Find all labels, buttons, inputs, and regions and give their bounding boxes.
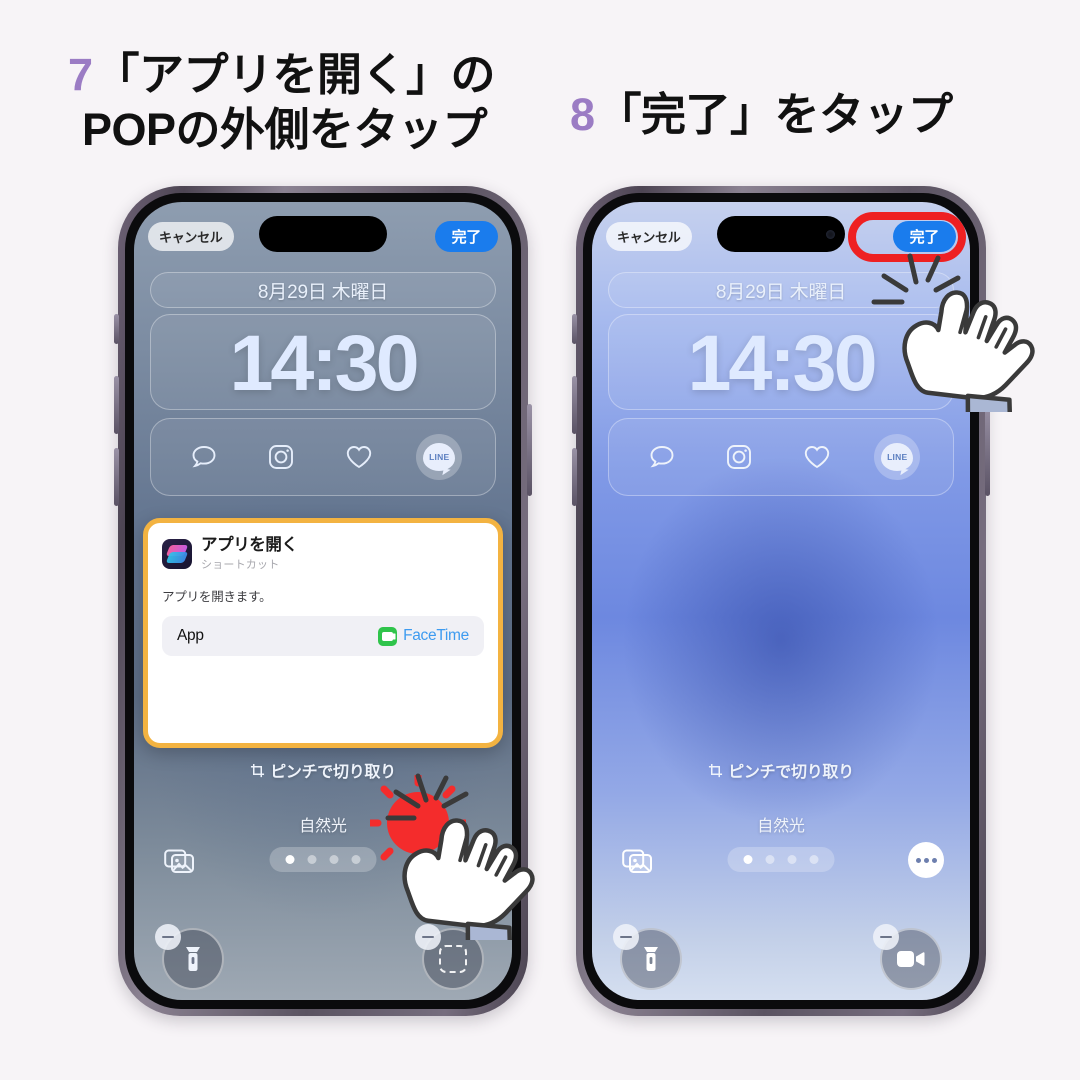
message-icon[interactable]: [642, 437, 682, 477]
message-icon[interactable]: [184, 437, 224, 477]
step-8-heading: 8「完了」をタップ: [570, 88, 953, 143]
heart-icon[interactable]: [339, 437, 379, 477]
app-widget-row[interactable]: LINE: [150, 418, 496, 496]
volume-down-button[interactable]: [114, 448, 119, 506]
volume-up-button[interactable]: [572, 376, 577, 434]
lockscreen-edit-topbar: キャンセル 完了: [134, 220, 512, 252]
cancel-button[interactable]: キャンセル: [148, 221, 234, 251]
tap-hand-cursor-right: [902, 290, 1035, 412]
style-dot[interactable]: [809, 855, 819, 864]
popup-subtitle: ショートカット: [201, 559, 280, 572]
line-icon[interactable]: LINE: [416, 434, 463, 480]
heart-icon[interactable]: [797, 437, 837, 477]
style-dot[interactable]: [329, 855, 339, 864]
date-text: 8月29日 木曜日: [257, 281, 389, 303]
flashlight-quick-action-left[interactable]: [613, 924, 682, 990]
step-7-number: 7: [68, 49, 93, 100]
flashlight-icon: [186, 947, 200, 971]
tap-hand-cursor-left: [402, 818, 535, 940]
flashlight-quick-action-left[interactable]: [155, 924, 224, 990]
line-label: LINE: [887, 452, 908, 462]
popup-title: アプリを開く: [201, 536, 298, 554]
popup-description: アプリを開きます。: [162, 590, 272, 605]
photo-library-icon[interactable]: [164, 846, 198, 881]
dot: [915, 857, 921, 863]
style-dot[interactable]: [351, 855, 361, 864]
more-options-button[interactable]: [908, 842, 944, 878]
shortcuts-app-icon: [162, 539, 192, 570]
popup-app-row[interactable]: App FaceTime: [162, 616, 484, 657]
power-button[interactable]: [985, 404, 990, 496]
pinch-hint-right: ピンチで切り取り: [592, 758, 970, 782]
popup-app-key: App: [177, 627, 204, 645]
photo-library-icon[interactable]: [622, 846, 656, 881]
remove-badge-icon[interactable]: [613, 924, 639, 950]
instagram-icon[interactable]: [261, 437, 301, 477]
mute-switch[interactable]: [114, 314, 119, 344]
slide-canvas: 7「アプリを開く」の POPの外側をタップ 8「完了」をタップ キャンセル 完了…: [0, 0, 1080, 1080]
clock-widget[interactable]: 14:30: [150, 314, 496, 410]
style-dot[interactable]: [743, 855, 753, 864]
flashlight-icon: [644, 947, 658, 971]
style-dot[interactable]: [765, 855, 775, 864]
power-button[interactable]: [527, 404, 532, 496]
clock-text: 14:30: [687, 317, 877, 407]
dot: [931, 857, 937, 863]
clock-text: 14:30: [229, 317, 419, 407]
volume-down-button[interactable]: [572, 448, 577, 506]
popup-app-value-group[interactable]: FaceTime: [378, 626, 469, 646]
remove-badge-icon[interactable]: [873, 924, 899, 950]
mute-switch[interactable]: [572, 314, 577, 344]
crop-icon: [709, 763, 723, 777]
style-dot[interactable]: [787, 855, 797, 864]
crop-icon: [251, 763, 265, 777]
facetime-icon: [378, 626, 398, 646]
light-mode-label-right: 自然光: [757, 818, 805, 835]
step-7-line1: 「アプリを開く」の: [94, 49, 496, 100]
wallpaper-style-dots-left[interactable]: [269, 847, 377, 872]
step-8-line1: 「完了」をタップ: [596, 89, 954, 140]
popup-header: アプリを開く ショートカット: [162, 536, 484, 572]
line-icon[interactable]: LINE: [874, 434, 921, 480]
pinch-hint-label: ピンチで切り取り: [728, 764, 854, 781]
facetime-quick-action-right[interactable]: [873, 924, 942, 990]
popup-app-value: FaceTime: [403, 627, 469, 645]
instagram-icon[interactable]: [719, 437, 759, 477]
style-dot[interactable]: [307, 855, 317, 864]
step-8-number: 8: [570, 89, 595, 140]
dot: [923, 857, 929, 863]
volume-up-button[interactable]: [114, 376, 119, 434]
cancel-button[interactable]: キャンセル: [606, 221, 692, 251]
remove-badge-icon[interactable]: [155, 924, 181, 950]
style-dot[interactable]: [285, 855, 295, 864]
line-label: LINE: [429, 452, 450, 462]
facetime-video-icon: [897, 951, 925, 967]
date-widget[interactable]: 8月29日 木曜日: [150, 272, 496, 308]
app-widget-row[interactable]: LINE: [608, 418, 954, 496]
step-7-line2: POPの外側をタップ: [82, 103, 488, 155]
wallpaper-style-dots-right[interactable]: [727, 847, 835, 872]
shortcut-popup-card[interactable]: アプリを開く ショートカット アプリを開きます。 App FaceTime: [143, 518, 503, 748]
done-button[interactable]: 完了: [434, 220, 498, 252]
dashed-square-icon: [439, 945, 467, 973]
date-text: 8月29日 木曜日: [715, 281, 847, 303]
step-7-heading: 7「アプリを開く」の POPの外側をタップ: [68, 48, 496, 158]
